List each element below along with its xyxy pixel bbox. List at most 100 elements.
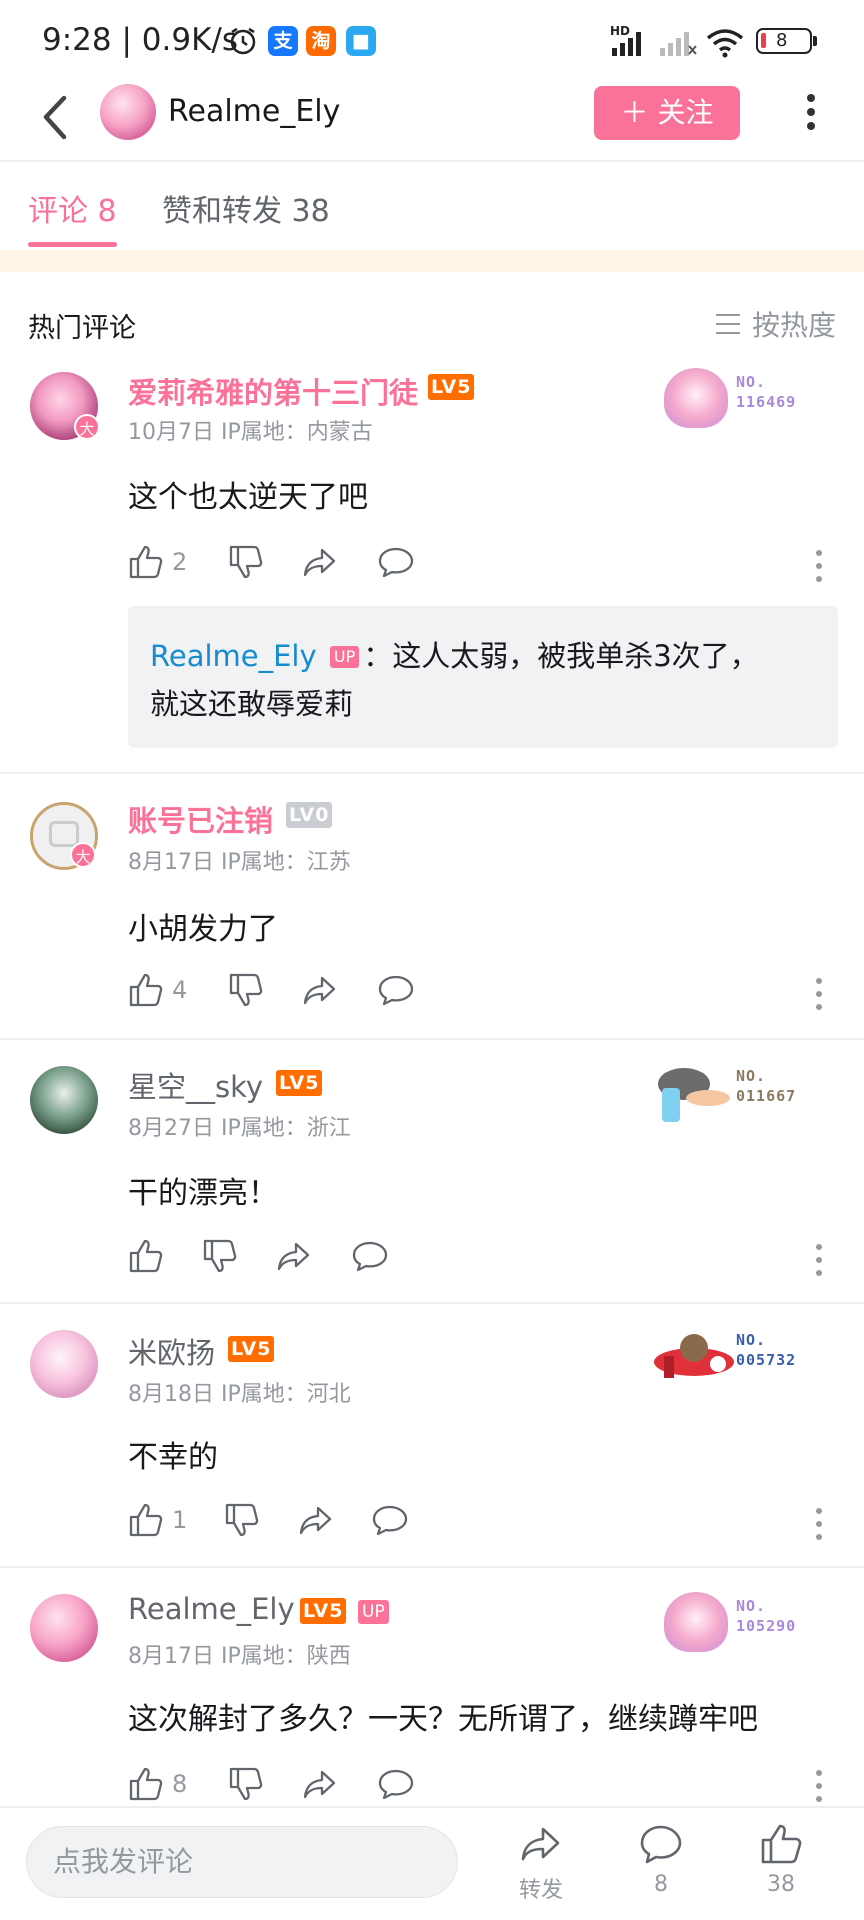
- signal-icon: [610, 30, 648, 56]
- level-badge: LV5: [428, 374, 475, 400]
- comment-item: 大 账号已注销 LV0 8月17日 IP属地：江苏 小胡发力了 4: [0, 776, 864, 1038]
- comment-icon: [640, 1825, 682, 1864]
- tab-comments[interactable]: 评论 8: [28, 186, 117, 230]
- comment-meta: 8月17日 IP属地：江苏: [128, 850, 351, 875]
- fan-badge-avatar-icon: [664, 368, 728, 428]
- comment-more-icon[interactable]: [816, 1770, 824, 1806]
- share-icon[interactable]: [302, 972, 338, 1008]
- like-count: 8: [172, 1770, 188, 1798]
- sort-label: 按热度: [752, 309, 837, 342]
- username[interactable]: 爱莉希雅的第十三门徒: [128, 370, 418, 412]
- reply-icon[interactable]: [372, 1502, 408, 1538]
- more-options-icon[interactable]: [794, 88, 828, 138]
- dislike-icon[interactable]: [228, 972, 264, 1008]
- fan-badge: NO. 011667: [650, 1058, 810, 1128]
- notice-strip: [0, 250, 864, 272]
- sort-by-heat-button[interactable]: 按热度: [716, 304, 836, 344]
- username[interactable]: 账号已注销: [128, 798, 273, 840]
- dislike-icon[interactable]: [202, 1238, 238, 1274]
- up-tag: UP: [329, 646, 360, 668]
- reply-author[interactable]: Realme_Ely: [150, 639, 317, 673]
- signal-icon-2: [658, 30, 698, 56]
- avatar[interactable]: [30, 1066, 98, 1134]
- comment-text: 干的漂亮！: [128, 1176, 278, 1211]
- share-icon[interactable]: [298, 1502, 334, 1538]
- comment-count-button[interactable]: 8: [616, 1822, 706, 1897]
- comment-more-icon[interactable]: [816, 1508, 824, 1546]
- divider: [0, 772, 864, 774]
- like-icon[interactable]: [128, 1502, 164, 1538]
- battery-icon: 8: [756, 28, 812, 54]
- like-icon[interactable]: [128, 1238, 164, 1274]
- comment-meta: 8月17日 IP属地：陕西: [128, 1644, 351, 1669]
- hot-comments-title: 热门评论: [28, 313, 136, 344]
- share-icon[interactable]: [302, 1766, 338, 1802]
- like-icon: [761, 1824, 802, 1864]
- comment-item: 米欧扬 LV5 8月18日 IP属地：河北 NO. 005732 不幸的 1: [0, 1306, 864, 1566]
- tab-bar: 评论 8 赞和转发 38: [0, 164, 864, 248]
- share-label: 转发: [518, 1878, 563, 1903]
- fan-badge: NO. 105290: [650, 1588, 810, 1658]
- vip-badge-icon: 大: [70, 842, 96, 868]
- bottom-action-bar: 点我发评论 转发 8 38: [0, 1806, 864, 1920]
- fan-badge-avatar-icon: [664, 1592, 728, 1652]
- fan-badge-avatar-icon: [654, 1064, 730, 1124]
- deleted-user-icon: [49, 821, 79, 847]
- username[interactable]: 星空__sky: [128, 1064, 263, 1106]
- tab-likes-shares[interactable]: 赞和转发 38: [162, 186, 330, 230]
- wifi-icon: [706, 28, 744, 58]
- status-bar: 9:28 | 0.9K/s 支 淘 ■ HD 8: [0, 0, 864, 84]
- dislike-icon[interactable]: [228, 544, 264, 580]
- comment-more-icon[interactable]: [816, 550, 824, 588]
- share-button[interactable]: 转发: [496, 1822, 586, 1904]
- fan-badge-number: NO. 011667: [736, 1067, 797, 1105]
- channel-avatar[interactable]: [100, 84, 156, 140]
- follow-button[interactable]: ＋ 关注: [594, 86, 740, 140]
- like-icon[interactable]: [128, 972, 164, 1008]
- comment-item: Realme_Ely LV5 UP 8月17日 IP属地：陕西 NO. 1052…: [0, 1570, 864, 1806]
- reply-text-line1: ：这人太弱，被我单杀3次了，: [363, 639, 759, 673]
- avatar[interactable]: [30, 1330, 98, 1398]
- username[interactable]: 米欧扬: [128, 1330, 215, 1372]
- avatar[interactable]: [30, 1594, 98, 1662]
- username[interactable]: Realme_Ely: [128, 1592, 295, 1626]
- like-count: 2: [172, 548, 188, 576]
- share-icon[interactable]: [302, 544, 338, 580]
- dislike-icon[interactable]: [228, 1766, 264, 1802]
- divider: [0, 1038, 864, 1040]
- vip-badge-icon: 大: [74, 414, 100, 440]
- level-badge: LV5: [228, 1336, 275, 1362]
- like-icon[interactable]: [128, 544, 164, 580]
- reply-icon[interactable]: [378, 544, 414, 580]
- channel-name[interactable]: Realme_Ely: [168, 94, 340, 129]
- divider: [0, 160, 864, 162]
- comment-meta: 8月18日 IP属地：河北: [128, 1382, 351, 1407]
- level-badge: LV0: [286, 802, 333, 828]
- share-icon[interactable]: [276, 1238, 312, 1274]
- comment-text: 不幸的: [128, 1440, 218, 1475]
- reply-icon[interactable]: [352, 1238, 388, 1274]
- reply-icon[interactable]: [378, 972, 414, 1008]
- comment-input[interactable]: 点我发评论: [26, 1826, 458, 1898]
- back-button[interactable]: [36, 90, 76, 146]
- dislike-icon[interactable]: [224, 1502, 260, 1538]
- fan-badge-number: NO. 116469: [736, 373, 797, 411]
- reply-icon[interactable]: [378, 1766, 414, 1802]
- comment-text: 这个也太逆天了吧: [128, 480, 368, 515]
- level-badge: LV5: [276, 1070, 323, 1096]
- fan-badge: NO. 005732: [650, 1322, 810, 1392]
- share-icon: [521, 1827, 560, 1861]
- sort-icon: [716, 314, 740, 334]
- comment-more-icon[interactable]: [816, 1244, 824, 1282]
- divider: [0, 1566, 864, 1568]
- like-count: 38: [767, 1872, 795, 1897]
- fan-badge-avatar-icon: [650, 1328, 736, 1388]
- comment-more-icon[interactable]: [816, 978, 824, 1016]
- like-icon[interactable]: [128, 1766, 164, 1802]
- comment-item: 星空__sky LV5 8月27日 IP属地：浙江 NO. 011667 干的漂…: [0, 1042, 864, 1302]
- reply-text-line2: 就这还敢辱爱莉: [150, 687, 354, 721]
- up-reply-box[interactable]: Realme_Ely UP ：这人太弱，被我单杀3次了， 就这还敢辱爱莉: [128, 606, 838, 748]
- alarm-icon: [228, 26, 258, 56]
- like-button[interactable]: 38: [736, 1822, 826, 1897]
- status-time: 9:28 | 0.9K/s: [42, 22, 238, 58]
